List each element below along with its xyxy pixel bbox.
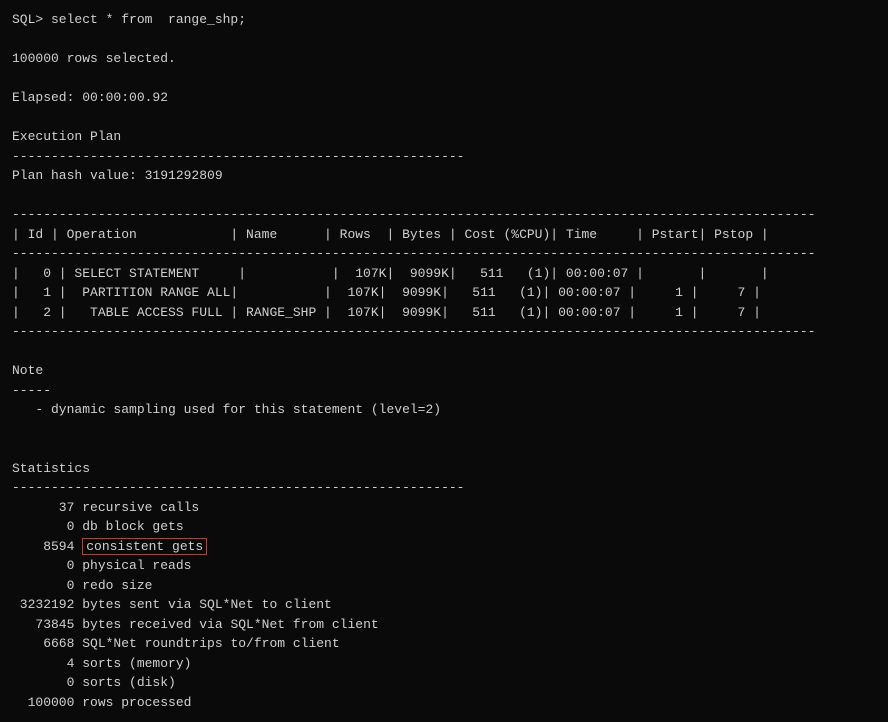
stat-label: physical reads <box>82 558 191 573</box>
stat-label: sorts (memory) <box>82 656 191 671</box>
blank-line-7 <box>12 439 876 459</box>
stat-row: 100000 rows processed <box>12 693 876 713</box>
stat-row: 0 redo size <box>12 576 876 596</box>
stat-row: 8594 consistent gets <box>12 537 876 557</box>
table-separator-top: ----------------------------------------… <box>12 205 876 225</box>
table-header-row: | Id | Operation | Name | Rows | Bytes |… <box>12 225 876 245</box>
stat-number: 73845 <box>12 617 82 632</box>
note-sep: ----- <box>12 381 876 401</box>
note-text: - dynamic sampling used for this stateme… <box>12 400 876 420</box>
table-row-0: | 0 | SELECT STATEMENT | | 107K| 9099K| … <box>12 264 876 284</box>
separator-1: ----------------------------------------… <box>12 147 876 167</box>
table-row-1: | 1 | PARTITION RANGE ALL| | 107K| 9099K… <box>12 283 876 303</box>
stat-row: 0 db block gets <box>12 517 876 537</box>
blank-line-2 <box>12 69 876 89</box>
stat-row: 6668 SQL*Net roundtrips to/from client <box>12 634 876 654</box>
terminal-window: SQL> select * from range_shp; 100000 row… <box>12 10 876 712</box>
statistics-header: Statistics <box>12 459 876 479</box>
stat-label: consistent gets <box>82 538 207 555</box>
stat-row: 3232192 bytes sent via SQL*Net to client <box>12 595 876 615</box>
stat-number: 0 <box>12 519 82 534</box>
stat-number: 100000 <box>12 695 82 710</box>
stat-separator: ----------------------------------------… <box>12 478 876 498</box>
stats-list: 37 recursive calls 0 db block gets 8594 … <box>12 498 876 713</box>
stat-label: SQL*Net roundtrips to/from client <box>82 636 339 651</box>
plan-hash-line: Plan hash value: 3191292809 <box>12 166 876 186</box>
stat-number: 8594 <box>12 539 82 554</box>
stat-number: 0 <box>12 675 82 690</box>
stat-label: bytes received via SQL*Net from client <box>82 617 378 632</box>
stat-label: bytes sent via SQL*Net to client <box>82 597 332 612</box>
stat-row: 4 sorts (memory) <box>12 654 876 674</box>
stat-number: 0 <box>12 578 82 593</box>
blank-line-1 <box>12 30 876 50</box>
blank-line-4 <box>12 186 876 206</box>
stat-number: 0 <box>12 558 82 573</box>
stat-number: 4 <box>12 656 82 671</box>
table-separator-bot: ----------------------------------------… <box>12 322 876 342</box>
blank-line-6 <box>12 420 876 440</box>
rows-selected: 100000 rows selected. <box>12 49 876 69</box>
sql-prompt-line: SQL> select * from range_shp; <box>12 10 876 30</box>
stat-row: 0 sorts (disk) <box>12 673 876 693</box>
table-separator-mid: ----------------------------------------… <box>12 244 876 264</box>
stat-row: 0 physical reads <box>12 556 876 576</box>
stat-label: db block gets <box>82 519 183 534</box>
stat-row: 73845 bytes received via SQL*Net from cl… <box>12 615 876 635</box>
elapsed-line: Elapsed: 00:00:00.92 <box>12 88 876 108</box>
stat-label: redo size <box>82 578 152 593</box>
stat-number: 3232192 <box>12 597 82 612</box>
stat-label: sorts (disk) <box>82 675 176 690</box>
blank-line-5 <box>12 342 876 362</box>
stat-number: 37 <box>12 500 82 515</box>
table-row-2: | 2 | TABLE ACCESS FULL | RANGE_SHP | 10… <box>12 303 876 323</box>
stat-row: 37 recursive calls <box>12 498 876 518</box>
stat-number: 6668 <box>12 636 82 651</box>
stat-label: recursive calls <box>82 500 199 515</box>
note-header: Note <box>12 361 876 381</box>
execution-plan-header: Execution Plan <box>12 127 876 147</box>
prompt-text: SQL> select * from range_shp; <box>12 12 246 27</box>
stat-label: rows processed <box>82 695 191 710</box>
blank-line-3 <box>12 108 876 128</box>
